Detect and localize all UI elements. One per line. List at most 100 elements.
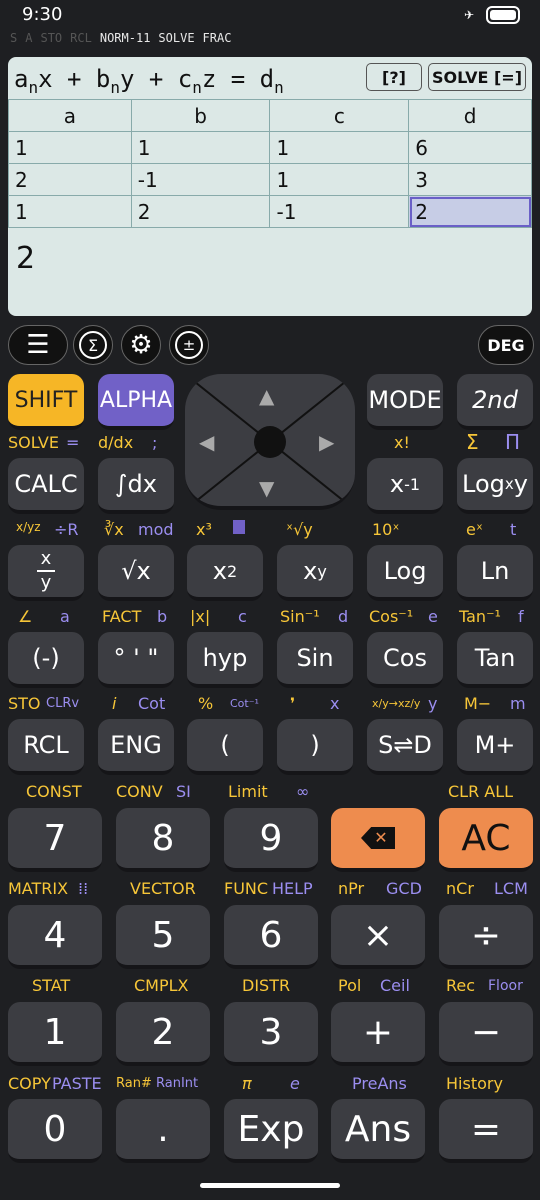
table-cell[interactable]: -1 (269, 195, 410, 228)
calculator-display[interactable]: anx + bny + cnz = dn [?] SOLVE [=] a b c… (8, 57, 532, 316)
log-key[interactable]: Log (367, 545, 443, 601)
label-clr-all: CLR ALL (448, 782, 514, 801)
ln-key[interactable]: Ln (457, 545, 533, 601)
label-sum: Σ (466, 430, 479, 454)
right-paren-key[interactable]: ) (277, 719, 353, 775)
table-cell[interactable]: 1 (8, 131, 132, 164)
selected-table-cell[interactable]: 2 (408, 195, 532, 228)
label-npr: nPr (338, 879, 365, 898)
negative-key[interactable]: (-) (8, 632, 84, 688)
equals-key[interactable]: = (439, 1099, 533, 1163)
table-cell[interactable]: 1 (130, 131, 271, 164)
digit-7-key[interactable]: 7 (8, 808, 102, 872)
label-b: b (157, 607, 168, 626)
s-d-key[interactable]: S⇌D (367, 719, 443, 775)
summation-button[interactable]: Σ (73, 325, 113, 365)
home-indicator[interactable] (200, 1183, 340, 1188)
integral-key[interactable]: ∫dx (98, 458, 174, 514)
label-stat: STAT (32, 976, 71, 995)
log-base-key-label: Log (462, 470, 505, 498)
table-cell[interactable]: 3 (408, 163, 532, 196)
up-arrow-icon[interactable]: ▲ (259, 384, 274, 408)
eng-key[interactable]: ENG (98, 719, 174, 775)
left-paren-key[interactable]: ( (187, 719, 263, 775)
cos-key[interactable]: Cos (367, 632, 443, 688)
label-paste: PASTE (52, 1074, 102, 1093)
shift-key[interactable]: SHIFT (8, 374, 84, 430)
decimal-point-key[interactable]: . (116, 1099, 210, 1163)
label-xroot: ˣ√y (286, 520, 313, 539)
digit-2-key[interactable]: 2 (116, 1002, 210, 1066)
exp-key[interactable]: Exp (224, 1099, 318, 1163)
table-cell[interactable]: 2 (130, 195, 271, 228)
label-c: c (238, 607, 247, 626)
calc-key[interactable]: CALC (8, 458, 84, 514)
indicator-frac: FRAC (202, 31, 232, 45)
mode-key[interactable]: MODE (367, 374, 443, 430)
plus-minus-button[interactable]: ± (169, 325, 209, 365)
digit-8-key[interactable]: 8 (116, 808, 210, 872)
square-key[interactable]: x2 (187, 545, 263, 601)
label-ncr: nCr (446, 879, 474, 898)
log-base-key-sub: x (504, 475, 514, 493)
rcl-key[interactable]: RCL (8, 719, 84, 775)
ans-key[interactable]: Ans (331, 1099, 425, 1163)
right-arrow-icon[interactable]: ▶ (319, 430, 334, 454)
digit-1-key[interactable]: 1 (8, 1002, 102, 1066)
m-plus-key[interactable]: M+ (457, 719, 533, 775)
sqrt-key[interactable]: √x (98, 545, 174, 601)
table-cell[interactable]: -1 (130, 163, 271, 196)
digit-5-key[interactable]: 5 (116, 905, 210, 969)
alpha-key[interactable]: ALPHA (98, 374, 174, 430)
table-cell[interactable]: 2 (8, 163, 132, 196)
left-arrow-icon[interactable]: ◀ (199, 430, 214, 454)
digit-6-key[interactable]: 6 (224, 905, 318, 969)
digit-0-key[interactable]: 0 (8, 1099, 102, 1163)
label-block-icon (233, 520, 245, 534)
inverse-key[interactable]: x -1 (367, 458, 443, 514)
down-arrow-icon[interactable]: ▼ (259, 476, 274, 500)
label-ranint: RanInt (156, 1076, 199, 1091)
sin-key[interactable]: Sin (277, 632, 353, 688)
table-row: 1 1 1 6 (8, 131, 532, 164)
minus-key[interactable]: − (439, 1002, 533, 1066)
delete-key[interactable]: ✕ (331, 808, 425, 872)
settings-button[interactable]: ⚙ (121, 325, 161, 365)
label-conv: CONV (116, 782, 163, 801)
second-function-key[interactable]: 2nd (457, 374, 533, 430)
plus-minus-icon: ± (175, 331, 203, 359)
help-button[interactable]: [?] (366, 63, 422, 91)
plus-key[interactable]: + (331, 1002, 425, 1066)
multiply-key[interactable]: × (331, 905, 425, 969)
table-cell[interactable]: 6 (408, 131, 532, 164)
log-base-key[interactable]: Log x y (457, 458, 533, 514)
status-time: 9:30 (22, 4, 63, 25)
digit-9-key[interactable]: 9 (224, 808, 318, 872)
table-cell[interactable]: 1 (269, 131, 410, 164)
power-key[interactable]: xy (277, 545, 353, 601)
label-matrix: MATRIX (8, 879, 69, 898)
label-vector: VECTOR (130, 879, 196, 898)
label-atan: Tan⁻¹ (459, 607, 501, 626)
indicator-rcl: RCL (70, 31, 92, 45)
table-cell[interactable]: 1 (269, 163, 410, 196)
label-mixed: x/y→xz/y (372, 697, 421, 710)
digit-3-key[interactable]: 3 (224, 1002, 318, 1066)
table-cell[interactable]: 1 (8, 195, 132, 228)
hyp-key[interactable]: hyp (187, 632, 263, 688)
direction-pad[interactable]: ▲ ▼ ◀ ▶ (185, 374, 355, 510)
angle-mode-button[interactable]: DEG (478, 325, 534, 365)
tan-key[interactable]: Tan (457, 632, 533, 688)
divide-key[interactable]: ÷ (439, 905, 533, 969)
label-si: SI (176, 782, 191, 801)
menu-button[interactable]: ☰ (8, 325, 68, 365)
digit-4-key[interactable]: 4 (8, 905, 102, 969)
label-cot: Cot (138, 694, 166, 713)
power-key-exp: y (317, 561, 327, 581)
fraction-key[interactable]: x y (8, 545, 84, 601)
indicator-norm: NORM-11 (99, 31, 151, 45)
label-preans: PreAns (352, 1074, 407, 1093)
solve-button[interactable]: SOLVE [=] (428, 63, 526, 91)
all-clear-key[interactable]: AC (439, 808, 533, 872)
deg-min-sec-key[interactable]: ° ' " (98, 632, 174, 688)
